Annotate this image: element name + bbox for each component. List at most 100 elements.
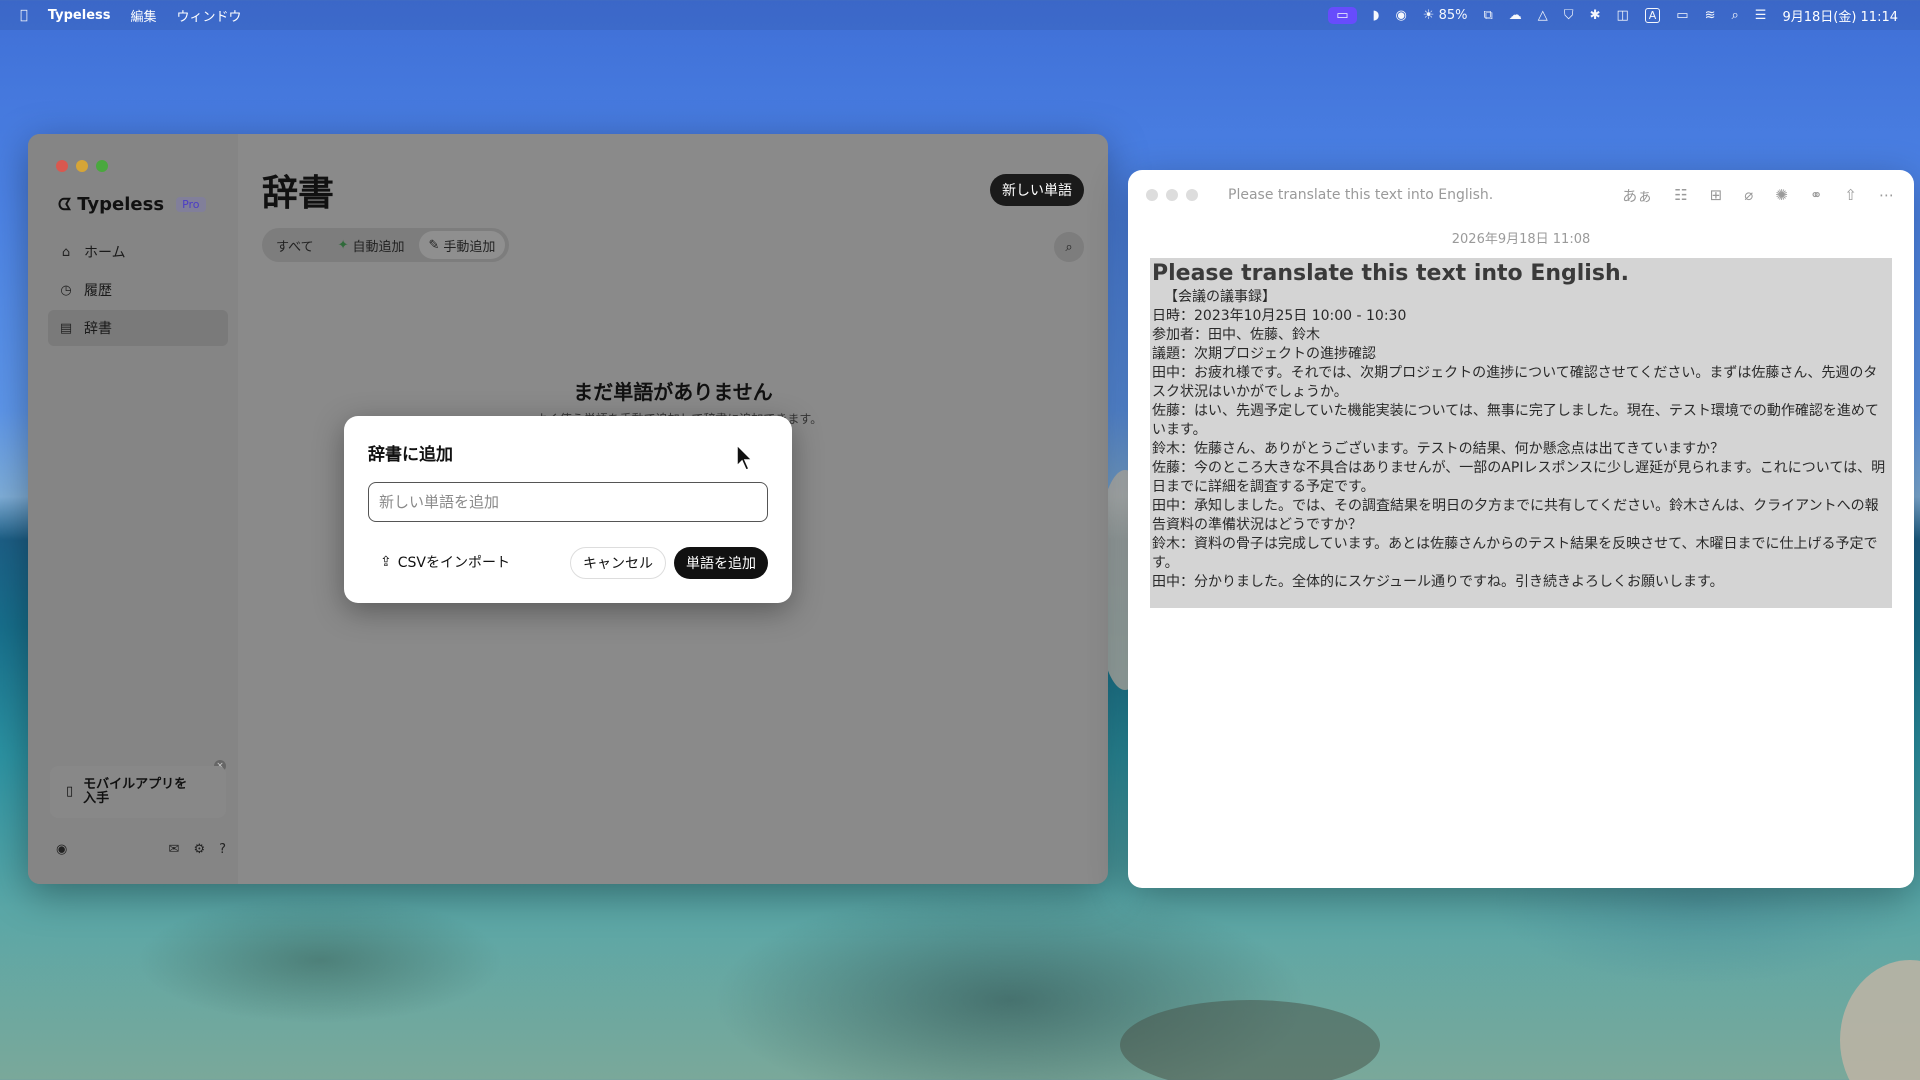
- page-title: 辞書: [262, 173, 335, 214]
- brand: ᗧ Typeless Pro: [58, 194, 206, 215]
- tab-all[interactable]: すべて: [266, 231, 324, 259]
- close-window-button[interactable]: [56, 160, 68, 172]
- notes-tools: あぁ ☷ ⊞ ⌀ ✺ ⚭ ⇧ ⋯: [1622, 185, 1914, 206]
- writing-tools-icon[interactable]: ✺: [1775, 186, 1788, 204]
- collaborate-icon[interactable]: ⚭: [1810, 186, 1823, 204]
- close-window-button[interactable]: [1146, 189, 1158, 201]
- attachment-icon[interactable]: ⌀: [1744, 186, 1753, 204]
- note-date: 2026年9月18日 11:08: [1451, 232, 1591, 247]
- note-line: 参加者：田中、佐藤、鈴木: [1152, 327, 1320, 343]
- minimize-window-button[interactable]: [76, 160, 88, 172]
- wifi-icon[interactable]: ≋: [1705, 8, 1716, 23]
- new-word-input[interactable]: [368, 482, 768, 522]
- triangle-icon[interactable]: △: [1538, 8, 1548, 23]
- note-line: 佐藤：はい、先週予定していた機能実装については、無事に完了しました。現在、テスト…: [1152, 403, 1879, 438]
- notes-window: Please translate this text into English.…: [1128, 170, 1914, 888]
- sparkle-icon: ✦: [337, 237, 349, 253]
- menu-edit[interactable]: 編集: [130, 6, 156, 25]
- sidebar-item-label: ホーム: [84, 245, 126, 261]
- note-lines: 【会議の議事録】 日時：2023年10月25日 10:00 - 10:30 参加…: [1152, 288, 1890, 592]
- note-line: 田中：お疲れ様です。それでは、次期プロジェクトの進捗について確認させてください。…: [1152, 365, 1878, 400]
- note-line: 日時：2023年10月25日 10:00 - 10:30: [1152, 308, 1407, 324]
- new-word-button[interactable]: 新しい単語: [990, 174, 1084, 206]
- cancel-button[interactable]: キャンセル: [570, 547, 666, 579]
- tab-label: 手動追加: [443, 239, 496, 255]
- menu-app-name[interactable]: Typeless: [48, 8, 111, 23]
- cloud-icon[interactable]: ☁: [1509, 8, 1522, 23]
- notes-window-title: Please translate this text into English.: [1228, 187, 1494, 203]
- note-line: 【会議の議事録】: [1164, 289, 1276, 305]
- mobile-app-card[interactable]: ▯ モバイルアプリを入手: [50, 766, 226, 818]
- note-line: 議題：次期プロジェクトの進捗確認: [1152, 346, 1376, 362]
- account-icon[interactable]: ◉: [56, 842, 67, 857]
- apple-icon[interactable]: : [20, 8, 28, 23]
- window-controls: [1128, 189, 1198, 201]
- zoom-window-button[interactable]: [1186, 189, 1198, 201]
- input-source-icon[interactable]: A: [1644, 7, 1661, 23]
- notes-toolbar: Please translate this text into English.…: [1128, 170, 1914, 220]
- brightness-icon[interactable]: ☀ 85%: [1423, 8, 1468, 23]
- search-button[interactable]: ⌕: [1054, 232, 1084, 262]
- import-csv-button[interactable]: ⇪ CSVをインポート: [380, 552, 510, 572]
- menu-window[interactable]: ウィンドウ: [177, 6, 242, 25]
- upload-icon: ⇪: [380, 554, 392, 570]
- tab-auto[interactable]: ✦ 自動追加: [328, 231, 415, 259]
- onepassword-icon[interactable]: ◉: [1395, 8, 1406, 23]
- wallpaper-rock: [1120, 1000, 1380, 1080]
- clock-icon: ◷: [60, 282, 72, 298]
- more-icon[interactable]: ⋯: [1879, 186, 1894, 204]
- typeless-logo-icon: ᗧ: [58, 194, 72, 214]
- table-icon[interactable]: ⊞: [1710, 186, 1723, 204]
- help-icon[interactable]: ?: [219, 842, 226, 857]
- mail-icon[interactable]: ✉: [169, 842, 180, 857]
- pro-badge: Pro: [176, 197, 206, 212]
- dialog-title: 辞書に追加: [368, 445, 453, 465]
- brand-name: Typeless: [77, 194, 165, 215]
- minimize-window-button[interactable]: [1166, 189, 1178, 201]
- tab-label: すべて: [276, 239, 314, 255]
- format-icon[interactable]: あぁ: [1622, 185, 1652, 206]
- search-icon: ⌕: [1065, 239, 1073, 255]
- note-line: 田中：承知しました。では、その調査結果を明日の夕方までに共有してください。鈴木さ…: [1152, 498, 1879, 533]
- sidebar-item-history[interactable]: ◷ 履歴: [48, 272, 228, 308]
- menu-bar:  Typeless 編集 ウィンドウ ▭ ◗ ◉ ☀ 85% ⧉ ☁ △ ⛉ …: [0, 0, 1920, 30]
- sidebar-nav: ⌂ ホーム ◷ 履歴 ▤ 辞書: [48, 234, 228, 348]
- home-icon: ⌂: [61, 244, 71, 260]
- broadcast-icon[interactable]: ◗: [1373, 8, 1380, 23]
- battery-icon[interactable]: ▭: [1676, 8, 1688, 23]
- sidebar-footer: ◉ ✉ ⚙ ?: [56, 842, 226, 857]
- search-icon[interactable]: ⌕: [1732, 8, 1739, 23]
- mobile-app-label: モバイルアプリを入手: [83, 776, 188, 806]
- display-icon[interactable]: ⧉: [1484, 8, 1493, 23]
- note-line: 鈴木：資料の骨子は完成しています。あとは佐藤さんからのテスト結果を反映させて、木…: [1152, 536, 1878, 571]
- gear-icon[interactable]: ⚙: [193, 842, 205, 857]
- sidebar-item-label: 履歴: [84, 283, 112, 299]
- mouse-cursor-icon: [736, 444, 754, 471]
- filter-tabs: すべて ✦ 自動追加 ✎ 手動追加: [262, 228, 510, 262]
- shield-icon[interactable]: ⛉: [1564, 8, 1574, 23]
- sidebar: ᗧ Typeless Pro ⌂ ホーム ◷ 履歴 ▤ 辞書 × ▯ モバイルア…: [28, 134, 238, 884]
- control-center-icon[interactable]: ☰: [1755, 8, 1767, 23]
- phone-icon: ▯: [66, 783, 74, 799]
- import-csv-label: CSVをインポート: [397, 555, 510, 571]
- wallpaper-rock: [1840, 960, 1920, 1080]
- sidebar-item-dictionary[interactable]: ▤ 辞書: [48, 310, 228, 346]
- sidebar-item-label: 辞書: [84, 321, 112, 337]
- add-word-button[interactable]: 単語を追加: [674, 547, 768, 579]
- split-view-icon[interactable]: ◫: [1616, 8, 1628, 23]
- note-line: 佐藤：今のところ大きな不具合はありませんが、一部のAPIレスポンスに少し遅延が見…: [1152, 460, 1886, 495]
- sidebar-item-home[interactable]: ⌂ ホーム: [48, 234, 228, 270]
- book-icon: ▤: [59, 320, 73, 336]
- note-body[interactable]: Please translate this text into English.…: [1150, 258, 1892, 608]
- empty-state-title: まだ単語がありません: [573, 380, 773, 404]
- tab-manual[interactable]: ✎ 手動追加: [418, 231, 506, 259]
- bluetooth-icon[interactable]: ✱: [1590, 8, 1601, 23]
- battery-percent: 85%: [1438, 7, 1468, 23]
- screen-mirroring-icon[interactable]: ▭: [1328, 6, 1357, 24]
- window-controls: [56, 160, 108, 172]
- zoom-window-button[interactable]: [96, 160, 108, 172]
- checklist-icon[interactable]: ☷: [1674, 186, 1687, 204]
- note-heading: Please translate this text into English.: [1152, 261, 1629, 286]
- share-icon[interactable]: ⇧: [1844, 186, 1857, 204]
- menu-clock[interactable]: 9月18日(金) 11:14: [1782, 6, 1898, 25]
